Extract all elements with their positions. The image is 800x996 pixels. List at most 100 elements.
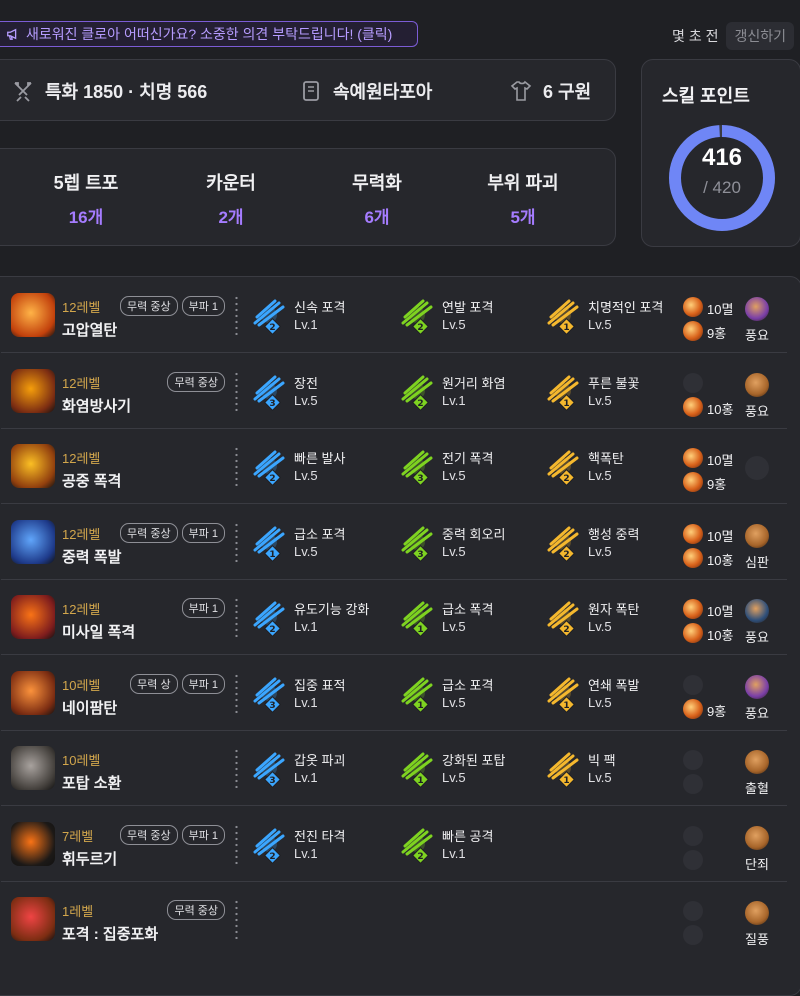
tripod-name: 유도기능 강화 [294, 602, 370, 617]
tripod[interactable]: 1 치명적인 포격 Lv.5 [543, 293, 683, 337]
tripod-icon: 2 [401, 375, 433, 411]
tripod-tier: 2 [269, 852, 275, 862]
tripod[interactable]: 2 유도기능 강화 Lv.1 [249, 595, 389, 639]
megaphone-icon [7, 28, 17, 40]
count-label: 5렙 트포 [53, 173, 119, 193]
row-menu-handle[interactable] [235, 446, 238, 486]
tripod[interactable]: 1 급소 포격 Lv.5 [249, 520, 389, 564]
count-label: 카운터 [206, 173, 256, 193]
tripod[interactable]: 2 핵폭탄 Lv.5 [543, 444, 683, 488]
skill-icon [11, 897, 55, 941]
gem-label: 9홍 [707, 703, 727, 719]
skill-row[interactable]: 12레벨 고압열탄 무력 중상 부파 1 2 신속 포격 Lv.1 2 연발 포격 Lv.5 1 치명… [1, 277, 787, 353]
tripod[interactable]: 2 전진 타격 Lv.1 [249, 822, 389, 866]
book-icon [303, 81, 319, 101]
skill-icon [11, 746, 55, 790]
skill-tag: 무력 중상 [167, 371, 225, 392]
row-menu-handle[interactable] [235, 823, 238, 864]
skill-level: 10레벨 [62, 677, 101, 693]
skill-points-current: 416 [701, 144, 743, 171]
stats-card: 특화 1850 · 치명 566 속예원타포아 6 구원 [0, 59, 616, 121]
rune-icon [745, 297, 769, 321]
count-value: 2개 [218, 208, 244, 227]
tripod-name: 갑옷 파괴 [294, 753, 346, 768]
tripod-level: Lv.1 [294, 770, 318, 785]
skill-row[interactable]: 10레벨 네이팜탄 무력 상 부파 1 3 집중 표적 Lv.1 1 급소 포격 Lv.5 1 연쇄 … [1, 655, 787, 731]
tripod[interactable]: 1 급소 폭격 Lv.5 [397, 595, 537, 639]
gem-slot-empty [683, 674, 703, 695]
skill-name: 네이팜탄 [62, 699, 118, 717]
skill-level: 12레벨 [62, 602, 101, 617]
tripod-tier: 2 [269, 474, 275, 484]
tripod[interactable]: 3 갑옷 파괴 Lv.1 [249, 746, 389, 790]
tripod-name: 행성 중력 [588, 526, 640, 542]
rune-label: 단죄 [745, 856, 769, 872]
tripod-icon: 2 [253, 601, 285, 637]
header-actions: 몇 초 전 갱신하기 [672, 22, 794, 50]
tripod[interactable]: 2 신속 포격 Lv.1 [249, 293, 389, 337]
skill-icon [11, 293, 55, 337]
tripod-tier: 2 [563, 550, 569, 560]
row-menu-handle[interactable] [235, 748, 238, 788]
tripod[interactable]: 2 빠른 공격 Lv.1 [397, 822, 537, 866]
skill-tags: 무력 중상 [167, 900, 225, 920]
row-menu-handle[interactable] [235, 899, 238, 939]
tripod-tier: 2 [417, 399, 423, 409]
row-menu-handle[interactable] [235, 370, 238, 411]
rune-label: 풍요 [745, 328, 769, 343]
row-menu-handle[interactable] [235, 672, 238, 713]
skill-row[interactable]: 7레벨 휘두르기 무력 중상 부파 1 2 전진 타격 Lv.1 2 빠른 공격 Lv.1 단죄 [1, 806, 787, 882]
tripod[interactable]: 2 원거리 화염 Lv.1 [397, 369, 537, 413]
tripod[interactable]: 3 전기 폭격 Lv.5 [397, 444, 537, 488]
rune-icon [745, 523, 769, 548]
banner-text: 새로워진 클로아 어떠신가요? 소중한 의견 부탁드립니다! (클릭) [26, 26, 393, 42]
tripod-icon: 1 [401, 752, 433, 788]
skill-row[interactable]: 12레벨 중력 폭발 무력 중상 부파 1 1 급소 포격 Lv.5 3 중력 회오리 Lv.5 2… [1, 504, 787, 580]
tripod[interactable]: 1 빅 팩 Lv.5 [543, 746, 683, 790]
skill-row[interactable]: 10레벨 포탑 소환 3 갑옷 파괴 Lv.1 1 강화된 포탑 Lv.5 1 빅 팩 Lv.5 출혈 [1, 730, 787, 806]
row-menu-handle[interactable] [235, 597, 238, 637]
tripod-tier: 3 [269, 776, 275, 786]
tripod-icon: 1 [401, 677, 433, 713]
skill-row[interactable]: 12레벨 화염방사기 무력 중상 3 장전 Lv.5 2 원거리 화염 Lv.1 1 푸른 불꽃 Lv… [1, 353, 787, 429]
tripod[interactable]: 3 중력 회오리 Lv.5 [397, 520, 537, 564]
skill-row[interactable]: 12레벨 공중 폭격 2 빠른 발사 Lv.5 3 전기 폭격 Lv.5 2 핵폭탄 Lv.5 10멸… [1, 428, 787, 504]
tripod[interactable]: 1 급소 포격 Lv.5 [397, 671, 537, 715]
gem-icon [683, 599, 703, 619]
tripod[interactable]: 3 집중 표적 Lv.1 [249, 671, 389, 715]
tripod[interactable]: 2 원자 폭탄 Lv.5 [543, 595, 683, 639]
skill-name: 중력 폭발 [62, 548, 122, 566]
tripod[interactable]: 2 빠른 발사 Lv.5 [249, 444, 389, 488]
tripod-name: 연발 포격 [442, 300, 494, 315]
count-value: 5개 [510, 208, 536, 227]
skill-tag: 무력 중상 [120, 296, 178, 316]
tripod-icon: 3 [401, 450, 433, 486]
refresh-button[interactable]: 갱신하기 [726, 22, 794, 50]
tripod[interactable]: 1 푸른 불꽃 Lv.5 [543, 369, 683, 413]
skill-name: 미사일 폭격 [62, 624, 136, 641]
skill-row[interactable]: 12레벨 미사일 폭격 부파 1 2 유도기능 강화 Lv.1 1 급소 폭격 Lv.5 2 원자 … [1, 579, 787, 655]
tripod-tier: 3 [417, 474, 423, 484]
skill-row[interactable]: 1레벨 포격 : 집중포화 무력 중상 질풍 [1, 881, 787, 956]
tripod-name: 치명적인 포격 [588, 300, 664, 315]
tripod[interactable]: 2 연발 포격 Lv.5 [397, 293, 537, 337]
tripod[interactable]: 1 강화된 포탑 Lv.5 [397, 746, 537, 790]
row-menu-handle[interactable] [235, 295, 238, 335]
gem-label: 10홍 [707, 401, 734, 417]
tripod-icon: 3 [253, 677, 285, 713]
row-menu-handle[interactable] [235, 521, 238, 562]
tripod-name: 원거리 화염 [442, 375, 506, 391]
rune-label: 질풍 [745, 932, 769, 947]
tripod-name: 원자 폭탄 [588, 602, 640, 617]
spec-stat: 특화 1850 · 치명 566 [11, 78, 207, 104]
count-stagger: 무력화 6개 [317, 169, 437, 228]
tripod[interactable]: 3 장전 Lv.5 [249, 369, 389, 413]
counts-card: 5렙 트포 16개 카운터 2개 무력화 6개 부위 파괴 5개 [0, 148, 616, 246]
tripod-tier: 2 [563, 474, 569, 484]
feedback-banner[interactable]: 새로워진 클로아 어떠신가요? 소중한 의견 부탁드립니다! (클릭) [0, 21, 418, 47]
tripod[interactable]: 2 행성 중력 Lv.5 [543, 520, 683, 564]
tripod[interactable]: 1 연쇄 폭발 Lv.5 [543, 671, 683, 715]
skill-tag: 부파 1 [181, 296, 225, 316]
gem-label: 10멸 [707, 604, 734, 619]
gem-slot-empty [683, 925, 703, 945]
